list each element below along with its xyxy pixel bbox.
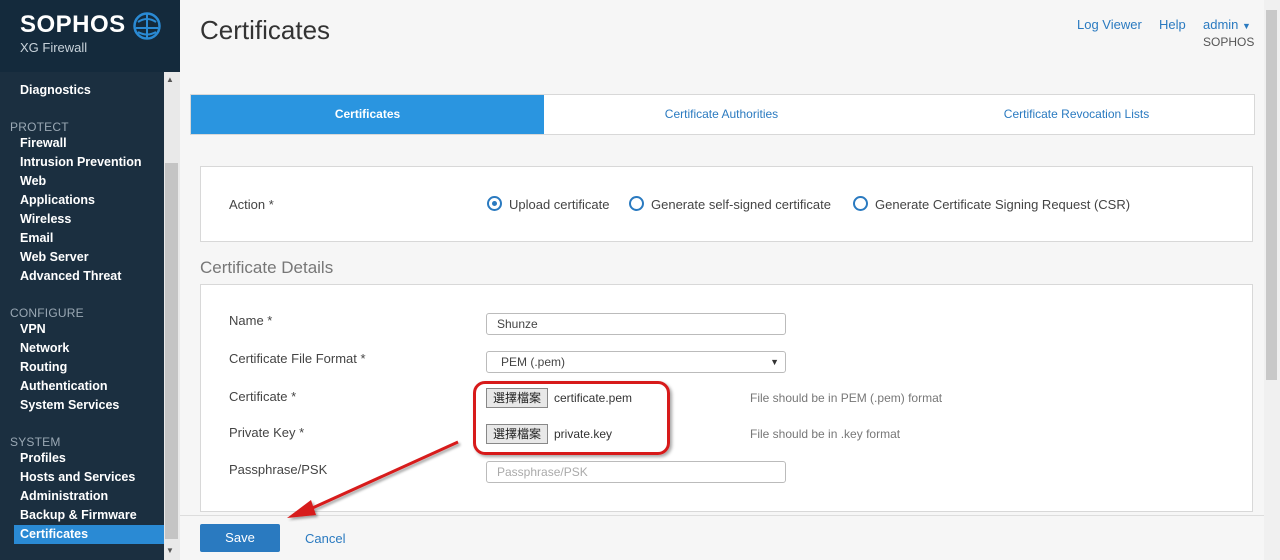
globe-logo-icon — [133, 12, 161, 40]
passphrase-label: Passphrase/PSK — [229, 462, 328, 477]
page-title: Certificates — [200, 15, 331, 45]
dropdown-arrow-icon: ▼ — [770, 357, 779, 367]
name-label: Name * — [229, 313, 273, 328]
action-label: Action * — [229, 197, 274, 212]
radio-upload-certificate-label[interactable]: Upload certificate — [509, 197, 609, 212]
certificate-label: Certificate * — [229, 389, 297, 404]
user-name: admin — [1203, 17, 1239, 32]
file-format-select[interactable]: PEM (.pem) ▼ — [486, 351, 786, 373]
sidebar-item-routing[interactable]: Routing — [20, 360, 67, 374]
sidebar-item-profiles[interactable]: Profiles — [20, 451, 66, 465]
nav-section-system: SYSTEM — [10, 435, 61, 449]
radio-self-signed[interactable] — [629, 196, 644, 211]
nav-section-protect: PROTECT — [10, 120, 69, 134]
cancel-link[interactable]: Cancel — [305, 531, 345, 546]
name-input[interactable]: Shunze — [486, 313, 786, 335]
file-format-label: Certificate File Format * — [229, 351, 366, 366]
annotation-highlight-box — [473, 381, 670, 455]
sidebar-item-network[interactable]: Network — [20, 341, 69, 355]
tab-certificate-revocation-lists[interactable]: Certificate Revocation Lists — [899, 95, 1254, 134]
help-link[interactable]: Help — [1159, 17, 1186, 32]
save-button[interactable]: Save — [200, 524, 280, 552]
sidebar-item-diagnostics[interactable]: Diagnostics — [20, 83, 91, 97]
nav-menu: Diagnostics PROTECT Firewall Intrusion P… — [0, 72, 164, 560]
certificate-details-title: Certificate Details — [200, 258, 334, 277]
sidebar-item-authentication[interactable]: Authentication — [20, 379, 108, 393]
nav-section-configure: CONFIGURE — [10, 306, 84, 320]
radio-self-signed-label[interactable]: Generate self-signed certificate — [651, 197, 831, 212]
log-viewer-link[interactable]: Log Viewer — [1077, 17, 1142, 32]
sidebar-item-administration[interactable]: Administration — [20, 489, 108, 503]
tab-certificates[interactable]: Certificates — [191, 95, 544, 134]
sophos-logo[interactable]: SOPHOS — [20, 11, 126, 39]
scroll-down-icon[interactable]: ▼ — [166, 546, 174, 555]
user-menu[interactable]: admin ▼ — [1203, 17, 1251, 32]
sidebar-item-system-services[interactable]: System Services — [20, 398, 119, 412]
page-scroll-thumb[interactable] — [1266, 10, 1277, 380]
sidebar-item-certificates[interactable]: Certificates — [20, 527, 88, 541]
tab-bar: Certificates Certificate Authorities Cer… — [190, 94, 1255, 135]
sidebar-item-web[interactable]: Web — [20, 174, 46, 188]
sidebar-item-web-server[interactable]: Web Server — [20, 250, 89, 264]
sidebar-item-vpn[interactable]: VPN — [20, 322, 46, 336]
radio-upload-certificate[interactable] — [487, 196, 502, 211]
private-key-hint: File should be in .key format — [750, 427, 901, 441]
passphrase-input[interactable]: Passphrase/PSK — [486, 461, 786, 483]
sidebar-item-advanced-threat[interactable]: Advanced Threat — [20, 269, 121, 283]
sidebar-item-firewall[interactable]: Firewall — [20, 136, 67, 150]
radio-csr-label[interactable]: Generate Certificate Signing Request (CS… — [875, 197, 1130, 212]
private-key-label: Private Key * — [229, 425, 305, 440]
logo-area: SOPHOS XG Firewall — [0, 0, 180, 68]
sidebar-item-email[interactable]: Email — [20, 231, 53, 245]
sidebar-item-intrusion-prevention[interactable]: Intrusion Prevention — [20, 155, 142, 169]
product-name: XG Firewall — [20, 40, 88, 55]
sidebar-scroll-thumb[interactable] — [165, 163, 178, 539]
file-format-value: PEM (.pem) — [501, 355, 566, 369]
footer-divider — [180, 515, 1264, 516]
sidebar-item-backup-firmware[interactable]: Backup & Firmware — [20, 508, 137, 522]
organization-name: SOPHOS — [1203, 35, 1255, 49]
sidebar-item-applications[interactable]: Applications — [20, 193, 95, 207]
certificate-hint: File should be in PEM (.pem) format — [750, 391, 943, 405]
tab-certificate-authorities[interactable]: Certificate Authorities — [544, 95, 899, 134]
sidebar-item-wireless[interactable]: Wireless — [20, 212, 71, 226]
scroll-up-icon[interactable]: ▲ — [166, 75, 174, 84]
sidebar-item-hosts-and-services[interactable]: Hosts and Services — [20, 470, 135, 484]
radio-csr[interactable] — [853, 196, 868, 211]
chevron-down-icon: ▼ — [1242, 21, 1251, 31]
sidebar: SOPHOS XG Firewall Diagnostics PROTECT F… — [0, 0, 180, 560]
